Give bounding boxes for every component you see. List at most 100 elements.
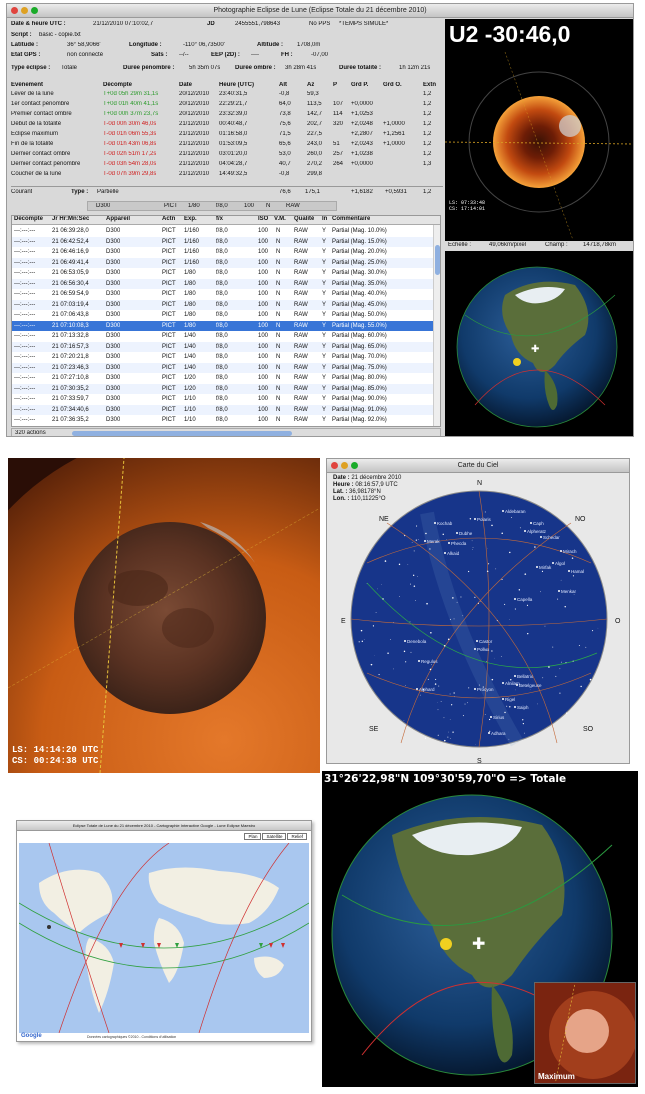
simulated-time: *TEMPS SIMULE* [339,21,388,27]
sky-close-button[interactable] [331,462,338,469]
current-az: 175,1 [305,189,320,195]
action-row[interactable]: ---:---:--- 21 07:23:46,3 D300 PICT 1/40 f/8,… [12,363,440,373]
horizontal-scrollbar[interactable] [72,431,292,436]
background-star [566,713,567,714]
col-quality[interactable]: Qualité [294,216,314,222]
current-row: Courant Type : Partielle 76,6 175,1 +1,6… [11,186,443,196]
background-star [573,575,574,576]
event-name: Dernier contact pénombre [11,161,80,167]
action-row[interactable]: ---:---:--- 21 07:10:08,3 D300 PICT 1/80 f/8,… [12,321,440,331]
camera-exposure: 1/80 [188,203,200,209]
background-star [451,704,452,705]
event-date: 21/12/2010 [179,151,209,157]
col-date: Date [179,82,192,88]
action-q: RAW [294,415,308,425]
col-action[interactable]: Actn [162,216,175,222]
action-row[interactable]: ---:---:--- 21 07:03:19,4 D300 PICT 1/80 f/8,… [12,300,440,310]
action-q: RAW [294,237,308,247]
col-iso[interactable]: ISO [258,216,268,222]
action-i: 100 [258,394,268,404]
action-v: N [276,363,280,373]
event-time: 04:04:28,7 [219,161,247,167]
world-map[interactable] [19,843,309,1033]
star-label: Alphard [419,687,435,692]
col-device[interactable]: Appareil [106,216,130,222]
col-time[interactable]: Jr Hr:Mn:Sec [52,216,89,222]
sky-minimize-button[interactable] [341,462,348,469]
background-star [468,687,469,688]
action-row[interactable]: ---:---:--- 21 07:20:21,8 D300 PICT 1/40 f/8,… [12,352,440,362]
action-row[interactable]: ---:---:--- 21 06:39:28,0 D300 PICT 1/160 f/8… [12,226,440,236]
event-ext: 1,2 [423,141,431,147]
star-chart[interactable]: N NE NO E O SE SO S Aldebaran Capella Polaris Koch… [327,473,630,764]
action-i: 100 [258,321,268,331]
map-relief-button[interactable]: Relief [287,833,307,840]
action-row[interactable]: ---:---:--- 21 06:46:16,9 D300 PICT 1/160 f/8… [12,247,440,257]
action-row[interactable]: ---:---:--- 21 07:13:32,8 D300 PICT 1/40 f/8,… [12,331,440,341]
close-button[interactable] [11,7,18,14]
zoom-button[interactable] [31,7,38,14]
action-row[interactable]: ---:---:--- 21 06:53:05,9 D300 PICT 1/80 f/8,… [12,268,440,278]
action-row[interactable]: ---:---:--- 21 07:30:35,2 D300 PICT 1/20 f/8,… [12,384,440,394]
sky-zoom-button[interactable] [351,462,358,469]
col-aperture[interactable]: f/x [216,216,223,222]
star-label: Kochab [437,521,453,526]
map-satellite-button[interactable]: Satellite [262,833,286,840]
action-row[interactable]: ---:---:--- 21 07:06:43,8 D300 PICT 1/80 f/8,… [12,310,440,320]
background-star [491,650,492,651]
jd-label: JD [207,21,215,27]
action-row[interactable]: ---:---:--- 21 07:27:10,8 D300 PICT 1/20 f/8,… [12,373,440,383]
action-c: ---:---:--- [14,300,35,310]
star-label: Alkaid [447,551,460,556]
sky-title: Carte du Ciel [458,462,499,469]
minimize-button[interactable] [21,7,28,14]
action-q: RAW [294,331,308,341]
action-row[interactable]: ---:---:--- 21 06:49:41,4 D300 PICT 1/160 f/8… [12,258,440,268]
action-a: D300 [106,384,120,394]
action-ac: PICT [162,405,176,415]
action-row[interactable]: ---:---:--- 21 06:56:30,4 D300 PICT 1/80 f/8,… [12,279,440,289]
background-star [515,608,516,609]
action-ac: PICT [162,258,176,268]
datetime-label: Date & heure UTC : [11,21,66,27]
event-date: 20/12/2010 [179,91,209,97]
compass-ne: NE [379,516,389,523]
event-az: 202,7 [307,121,322,127]
col-in[interactable]: In [322,216,327,222]
vertical-scrollbar[interactable] [433,225,440,427]
background-star [516,741,517,742]
action-i: 100 [258,237,268,247]
observer-coords: 31°26'22,98"N 109°30'59,70"O => Totale [324,773,566,785]
action-cm: Partial (Mag. 60.0%) [332,331,387,341]
col-comment[interactable]: Commentaire [332,216,370,222]
action-row[interactable]: ---:---:--- 21 07:34:40,6 D300 PICT 1/10 f/8,… [12,405,440,415]
current-type-label: Type : [71,189,88,195]
sky-window-controls [331,462,358,469]
action-ac: PICT [162,373,176,383]
action-row[interactable]: ---:---:--- 21 06:59:54,9 D300 PICT 1/80 f/8,… [12,289,440,299]
action-row[interactable]: ---:---:--- 21 07:33:59,7 D300 PICT 1/10 f/8,… [12,394,440,404]
col-decompte[interactable]: Décompte [14,216,43,222]
action-e: 1/80 [184,268,196,278]
action-t: 21 07:30:35,2 [52,384,89,394]
action-t: 21 07:23:46,3 [52,363,89,373]
background-star [425,533,426,534]
script-value[interactable]: basic - copie.txt [39,32,81,38]
background-star [399,596,400,597]
field-value: 14718,78km [583,242,616,248]
globe-view: ✚ [445,255,633,437]
col-vm[interactable]: V.M. [274,216,286,222]
actions-table[interactable]: Décompte Jr Hr:Mn:Sec Appareil Actn Exp.… [11,215,441,427]
action-a: D300 [106,247,120,257]
star-dot [540,536,542,538]
background-star [522,719,523,720]
event-az: 299,8 [307,171,322,177]
action-row[interactable]: ---:---:--- 21 07:36:35,2 D300 PICT 1/10 f/8,… [12,415,440,425]
action-row[interactable]: ---:---:--- 21 06:42:52,4 D300 PICT 1/160 f/8… [12,237,440,247]
action-i: 100 [258,268,268,278]
col-exposure[interactable]: Exp. [184,216,197,222]
action-row[interactable]: ---:---:--- 21 07:16:57,3 D300 PICT 1/40 f/8,… [12,342,440,352]
map-plan-button[interactable]: Plan [244,833,261,840]
background-star [448,638,450,640]
scroll-thumb[interactable] [435,245,440,275]
